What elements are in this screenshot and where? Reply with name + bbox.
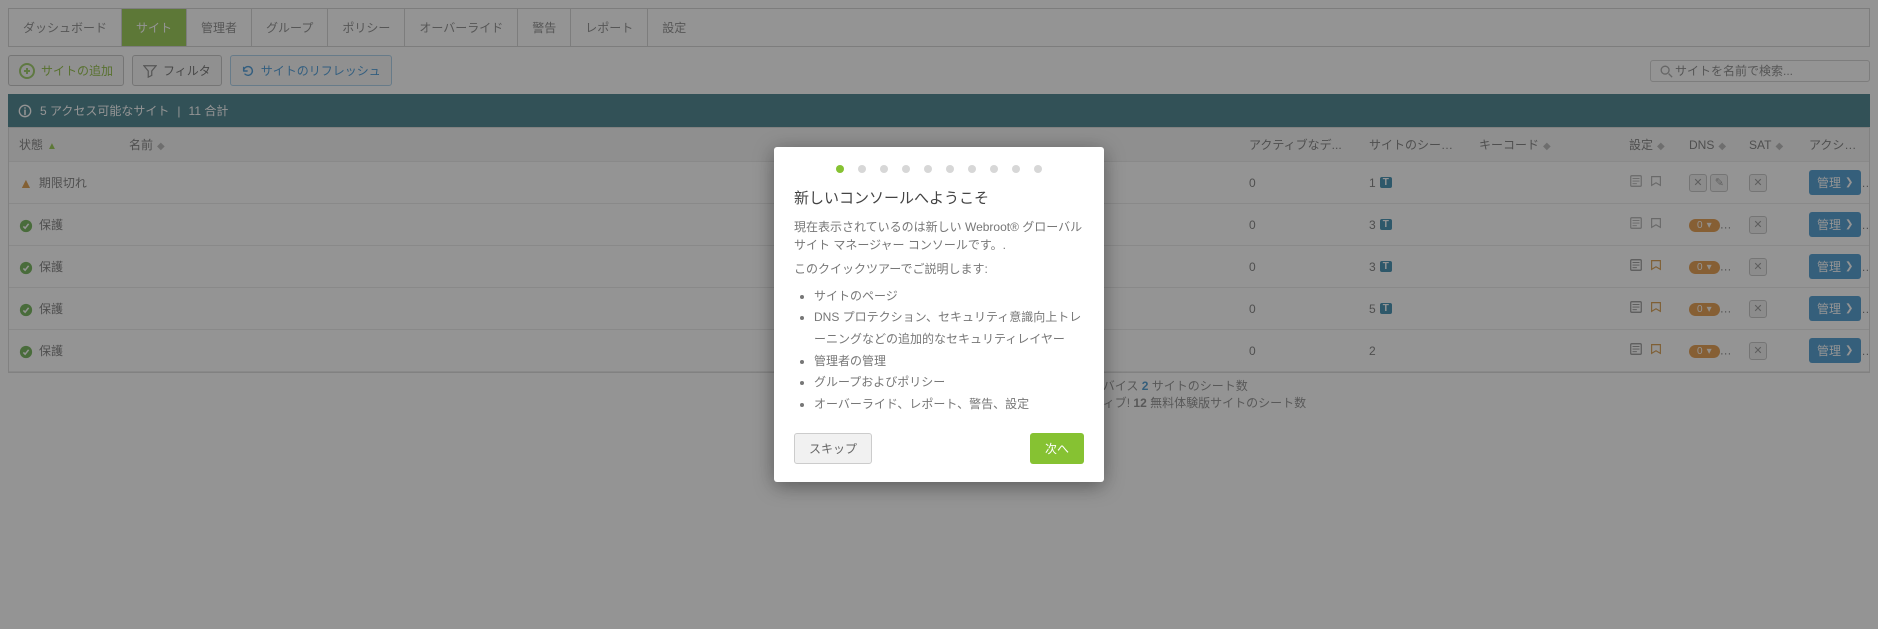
step-dot[interactable] <box>968 165 976 173</box>
modal-overlay: 新しいコンソールへようこそ 現在表示されているのは新しい Webroot® グロ… <box>0 0 1878 629</box>
step-dot[interactable] <box>880 165 888 173</box>
step-dot[interactable] <box>836 165 844 173</box>
step-dot[interactable] <box>946 165 954 173</box>
step-dot[interactable] <box>1012 165 1020 173</box>
modal-title: 新しいコンソールへようこそ <box>794 187 1084 208</box>
modal-list-item: DNS プロテクション、セキュリティ意識向上トレーニングなどの追加的なセキュリテ… <box>814 307 1084 350</box>
modal-text-1: 現在表示されているのは新しい Webroot® グローバル サイト マネージャー… <box>794 218 1084 254</box>
step-dot[interactable] <box>990 165 998 173</box>
modal-text-2: このクイックツアーでご説明します: <box>794 260 1084 278</box>
step-dot[interactable] <box>1034 165 1042 173</box>
modal-list-item: グループおよびポリシー <box>814 372 1084 394</box>
step-dot[interactable] <box>902 165 910 173</box>
modal-list-item: サイトのページ <box>814 286 1084 308</box>
step-dots <box>794 165 1084 173</box>
modal-list-item: オーバーライド、レポート、警告、設定 <box>814 394 1084 416</box>
modal-list: サイトのページDNS プロテクション、セキュリティ意識向上トレーニングなどの追加… <box>794 286 1084 416</box>
modal-list-item: 管理者の管理 <box>814 351 1084 373</box>
skip-button[interactable]: スキップ <box>794 433 872 464</box>
step-dot[interactable] <box>924 165 932 173</box>
next-button[interactable]: 次へ <box>1030 433 1084 464</box>
step-dot[interactable] <box>858 165 866 173</box>
welcome-modal: 新しいコンソールへようこそ 現在表示されているのは新しい Webroot® グロ… <box>774 147 1104 483</box>
